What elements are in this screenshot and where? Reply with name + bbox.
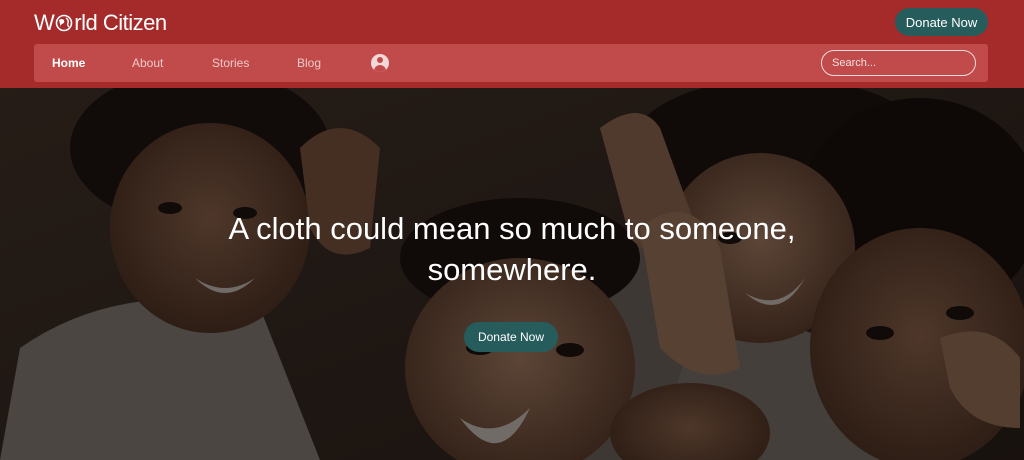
nav-item-home[interactable]: Home xyxy=(52,44,85,82)
user-icon-body xyxy=(374,65,386,72)
nav-item-stories[interactable]: Stories xyxy=(212,44,249,82)
nav-item-blog[interactable]: Blog xyxy=(297,44,321,82)
brand-logo[interactable]: W rld Citizen xyxy=(34,10,167,36)
donate-now-button-header[interactable]: Donate Now xyxy=(895,8,988,36)
nav-item-about[interactable]: About xyxy=(132,44,163,82)
hero-headline: A cloth could mean so much to someone, s… xyxy=(228,211,796,287)
brand-name: rld Citizen xyxy=(74,10,167,35)
search-input[interactable] xyxy=(821,50,976,76)
user-circle-icon[interactable] xyxy=(371,54,389,72)
donate-now-button-hero[interactable]: Donate Now xyxy=(464,322,558,352)
main-navbar: Home About Stories Blog xyxy=(34,44,988,82)
hero-banner: A cloth could mean so much to someone, s… xyxy=(0,88,1024,460)
brand-name-prefix: W xyxy=(34,10,55,35)
site-header: W rld Citizen Donate Now Home About Stor… xyxy=(0,0,1024,88)
globe-icon xyxy=(55,14,73,32)
user-icon-head xyxy=(377,57,383,63)
